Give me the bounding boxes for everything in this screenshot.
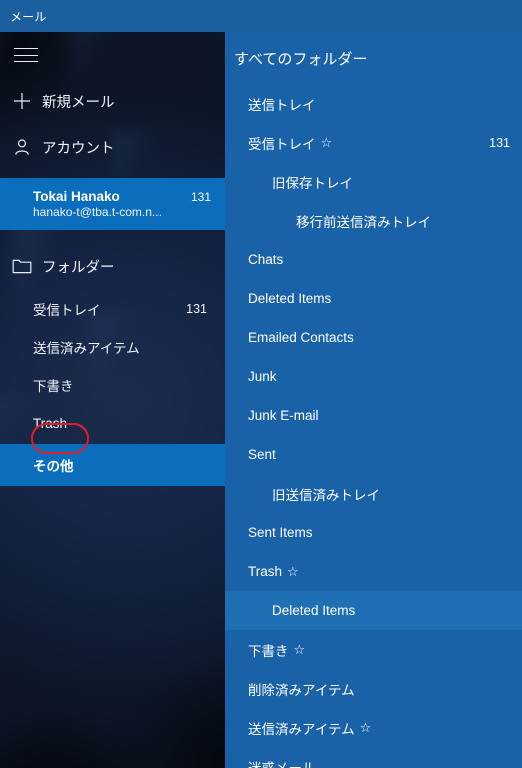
panel-folder-label: Chats xyxy=(248,252,284,267)
panel-folder-label: 送信トレイ xyxy=(248,97,316,113)
panel-folder-item[interactable]: Junk E-mail xyxy=(225,396,522,435)
panel-folder-item[interactable]: Sent Items xyxy=(225,513,522,552)
favorite-star-icon[interactable]: ☆ xyxy=(287,565,299,578)
panel-folder-name-wrap: Junk xyxy=(248,369,277,384)
panel-folder-label: Deleted Items xyxy=(272,603,356,618)
panel-folder-name-wrap: Emailed Contacts xyxy=(248,330,354,345)
sidebar-folder-label: 下書き xyxy=(33,379,74,394)
all-folders-panel: すべてのフォルダー 送信トレイ受信トレイ ☆ 131 旧保存トレイ移行前送信済みトレイ… xyxy=(225,32,522,768)
account-name: Tokai Hanako xyxy=(33,189,120,204)
hamburger-row xyxy=(0,32,225,78)
panel-folder-label: Sent xyxy=(248,447,276,462)
left-sidebar: 新規メール アカウント Tokai Hanako 131 hanako-t@tb… xyxy=(0,32,225,768)
plus-icon xyxy=(12,91,42,111)
panel-folder-item[interactable]: 旧保存トレイ xyxy=(225,162,522,201)
mail-app-window: メール 新規メール アカウント Tokai Hanako 131 hanako-… xyxy=(0,0,522,768)
panel-folder-name-wrap: Chats xyxy=(248,252,283,267)
panel-folder-item[interactable]: Trash ☆ xyxy=(225,552,522,591)
folders-header[interactable]: フォルダー xyxy=(0,242,225,290)
sidebar-folder-label: 受信トレイ xyxy=(33,303,101,318)
panel-folder-item[interactable]: 受信トレイ ☆ 131 xyxy=(225,123,522,162)
panel-folder-item[interactable]: 送信トレイ xyxy=(225,84,522,123)
panel-folder-item[interactable]: Sent xyxy=(225,435,522,474)
panel-folder-label: 削除済みアイテム xyxy=(248,682,355,698)
favorite-star-icon[interactable]: ☆ xyxy=(360,721,372,734)
account-name-line: Tokai Hanako 131 xyxy=(33,189,215,204)
panel-folder-label: 受信トレイ xyxy=(248,136,316,152)
panel-folder-name-wrap: 送信トレイ xyxy=(248,94,316,114)
sidebar-item-other[interactable]: その他 xyxy=(0,444,225,486)
panel-folder-name-wrap: 旧送信済みトレイ xyxy=(272,484,380,504)
accounts-label: アカウント xyxy=(42,140,115,157)
panel-folder-label: Junk E-mail xyxy=(248,408,319,423)
panel-folder-list: 送信トレイ受信トレイ ☆ 131 旧保存トレイ移行前送信済みトレイ Chats Delet… xyxy=(225,84,522,768)
accounts-button[interactable]: アカウント xyxy=(0,124,225,170)
panel-folder-label: Sent Items xyxy=(248,525,313,540)
panel-folder-item[interactable]: 移行前送信済みトレイ xyxy=(225,201,522,240)
panel-folder-label: Emailed Contacts xyxy=(248,330,354,345)
sidebar-folder-item[interactable]: 送信済みアイテム xyxy=(0,328,225,366)
panel-folder-label: Trash xyxy=(248,564,283,579)
panel-folder-item[interactable]: Junk xyxy=(225,357,522,396)
title-bar: メール xyxy=(0,0,522,32)
panel-folder-count: 131 xyxy=(489,135,510,150)
panel-folder-item[interactable]: Deleted Items xyxy=(225,591,522,630)
panel-folder-name-wrap: Junk E-mail xyxy=(248,408,319,423)
panel-folder-label: 迷惑メール xyxy=(248,760,316,768)
panel-folder-item[interactable]: Emailed Contacts xyxy=(225,318,522,357)
folder-icon xyxy=(12,257,42,275)
panel-folder-item[interactable]: 削除済みアイテム xyxy=(225,669,522,708)
panel-folder-label: 下書き xyxy=(248,643,289,659)
panel-title: すべてのフォルダー xyxy=(234,50,368,68)
panel-folder-item[interactable]: 迷惑メール xyxy=(225,747,522,768)
panel-folder-item[interactable]: Chats xyxy=(225,240,522,279)
sidebar-folder-count: 131 xyxy=(186,302,207,316)
favorite-star-icon[interactable]: ☆ xyxy=(321,136,333,149)
panel-folder-item[interactable]: 下書き ☆ xyxy=(225,630,522,669)
panel-folder-item[interactable]: Deleted Items xyxy=(225,279,522,318)
panel-folder-label: 移行前送信済みトレイ xyxy=(296,214,431,230)
hamburger-icon[interactable] xyxy=(12,45,40,65)
panel-folder-name-wrap: 旧保存トレイ xyxy=(272,172,353,192)
panel-folder-name-wrap: Deleted Items xyxy=(272,603,355,618)
sidebar-folder-item[interactable]: 受信トレイ 131 xyxy=(0,290,225,328)
panel-folder-name-wrap: Sent Items xyxy=(248,525,313,540)
panel-folder-label: Deleted Items xyxy=(248,291,332,306)
sidebar-folder-label: Trash xyxy=(33,415,68,431)
folders-header-label: フォルダー xyxy=(42,259,115,276)
sidebar-folder-item[interactable]: Trash xyxy=(0,404,225,442)
panel-folder-name-wrap: 迷惑メール xyxy=(248,757,316,768)
panel-folder-name-wrap: Sent xyxy=(248,447,276,462)
new-mail-button[interactable]: 新規メール xyxy=(0,78,225,124)
sidebar-content: 新規メール アカウント Tokai Hanako 131 hanako-t@tb… xyxy=(0,32,225,768)
panel-folder-name-wrap: 受信トレイ ☆ xyxy=(248,133,332,153)
sidebar-folder-item[interactable]: 下書き xyxy=(0,366,225,404)
panel-folder-name-wrap: 削除済みアイテム xyxy=(248,679,355,699)
panel-folder-name-wrap: Deleted Items xyxy=(248,291,331,306)
panel-folder-label: Junk xyxy=(248,369,277,384)
account-email: hanako-t@tba.t-com.n... xyxy=(33,205,162,219)
other-label: その他 xyxy=(33,459,74,474)
sidebar-folder-label: 送信済みアイテム xyxy=(33,341,140,356)
person-icon xyxy=(12,137,42,157)
panel-folder-name-wrap: 移行前送信済みトレイ xyxy=(296,211,431,231)
panel-folder-label: 旧保存トレイ xyxy=(272,175,353,191)
panel-folder-label: 送信済みアイテム xyxy=(248,721,355,737)
new-mail-label: 新規メール xyxy=(42,94,115,111)
panel-folder-name-wrap: Trash ☆ xyxy=(248,564,299,579)
sidebar-folder-list: 受信トレイ 131 送信済みアイテム 下書き Trash xyxy=(0,290,225,442)
panel-folder-item[interactable]: 送信済みアイテム ☆ xyxy=(225,708,522,747)
account-unread-count: 131 xyxy=(190,190,211,204)
account-row[interactable]: Tokai Hanako 131 hanako-t@tba.t-com.n... xyxy=(0,178,225,230)
panel-folder-name-wrap: 送信済みアイテム ☆ xyxy=(248,718,371,738)
window-title: メール xyxy=(10,9,47,24)
favorite-star-icon[interactable]: ☆ xyxy=(294,643,306,656)
panel-folder-name-wrap: 下書き ☆ xyxy=(248,640,305,660)
panel-folder-label: 旧送信済みトレイ xyxy=(272,487,380,503)
panel-folder-item[interactable]: 旧送信済みトレイ xyxy=(225,474,522,513)
